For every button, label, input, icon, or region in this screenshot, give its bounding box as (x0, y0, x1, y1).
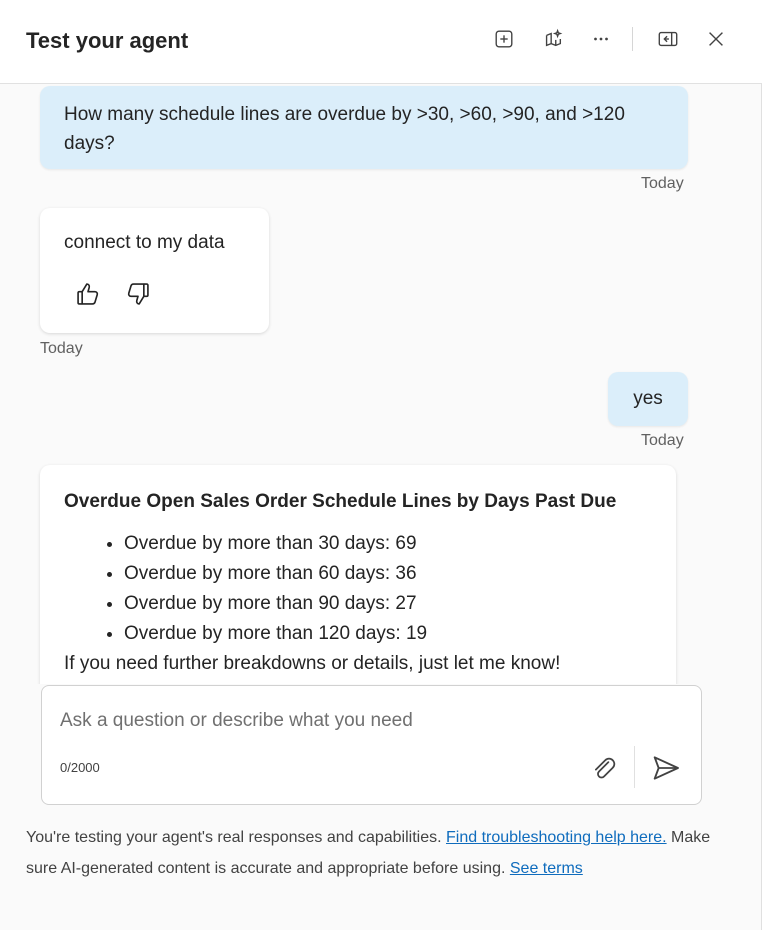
list-item: Overdue by more than 30 days: 69 (124, 529, 427, 559)
answer-title: Overdue Open Sales Order Schedule Lines … (64, 491, 617, 512)
input-divider (634, 746, 635, 788)
bot-message: connect to my data (40, 208, 269, 333)
chat-input[interactable]: Ask a question or describe what you need… (41, 685, 702, 805)
collapse-panel-icon[interactable] (655, 26, 681, 52)
message-timestamp: Today (641, 432, 684, 449)
character-counter: 0/2000 (60, 760, 100, 775)
panel-title: Test your agent (26, 28, 189, 53)
send-icon[interactable] (650, 752, 682, 784)
chat-transcript[interactable]: How many schedule lines are overdue by >… (0, 84, 762, 684)
list-item: Overdue by more than 60 days: 36 (124, 559, 427, 589)
thumbs-up-icon[interactable] (74, 280, 102, 308)
new-chat-icon[interactable] (491, 26, 517, 52)
test-agent-panel: Test your agent How many schedule lines … (0, 0, 762, 930)
more-icon[interactable] (588, 26, 614, 52)
message-timestamp: Today (641, 175, 684, 192)
thumbs-down-icon[interactable] (124, 280, 152, 308)
list-item: Overdue by more than 120 days: 19 (124, 619, 427, 649)
bot-answer-card: Overdue Open Sales Order Schedule Lines … (40, 465, 676, 684)
disclaimer: You're testing your agent's real respons… (26, 822, 716, 884)
disclaimer-text: You're testing your agent's real respons… (26, 829, 446, 846)
message-timestamp: Today (40, 340, 83, 357)
user-message-text: yes (633, 388, 663, 409)
list-item: Overdue by more than 90 days: 27 (124, 589, 427, 619)
header-divider (632, 27, 633, 51)
panel-header: Test your agent (0, 0, 762, 84)
user-message: How many schedule lines are overdue by >… (40, 86, 688, 169)
see-terms-link[interactable]: See terms (510, 860, 583, 877)
attach-icon[interactable] (589, 754, 619, 784)
close-icon[interactable] (703, 26, 729, 52)
sparkle-map-icon[interactable] (540, 26, 566, 52)
answer-list: Overdue by more than 30 days: 69 Overdue… (64, 529, 427, 649)
input-placeholder[interactable]: Ask a question or describe what you need (60, 710, 413, 732)
user-message-text: How many schedule lines are overdue by >… (64, 104, 625, 154)
user-message: yes (608, 372, 688, 426)
bot-message-text: connect to my data (64, 232, 225, 253)
answer-footer-text: If you need further breakdowns or detail… (64, 653, 561, 674)
troubleshooting-link[interactable]: Find troubleshooting help here. (446, 829, 667, 846)
